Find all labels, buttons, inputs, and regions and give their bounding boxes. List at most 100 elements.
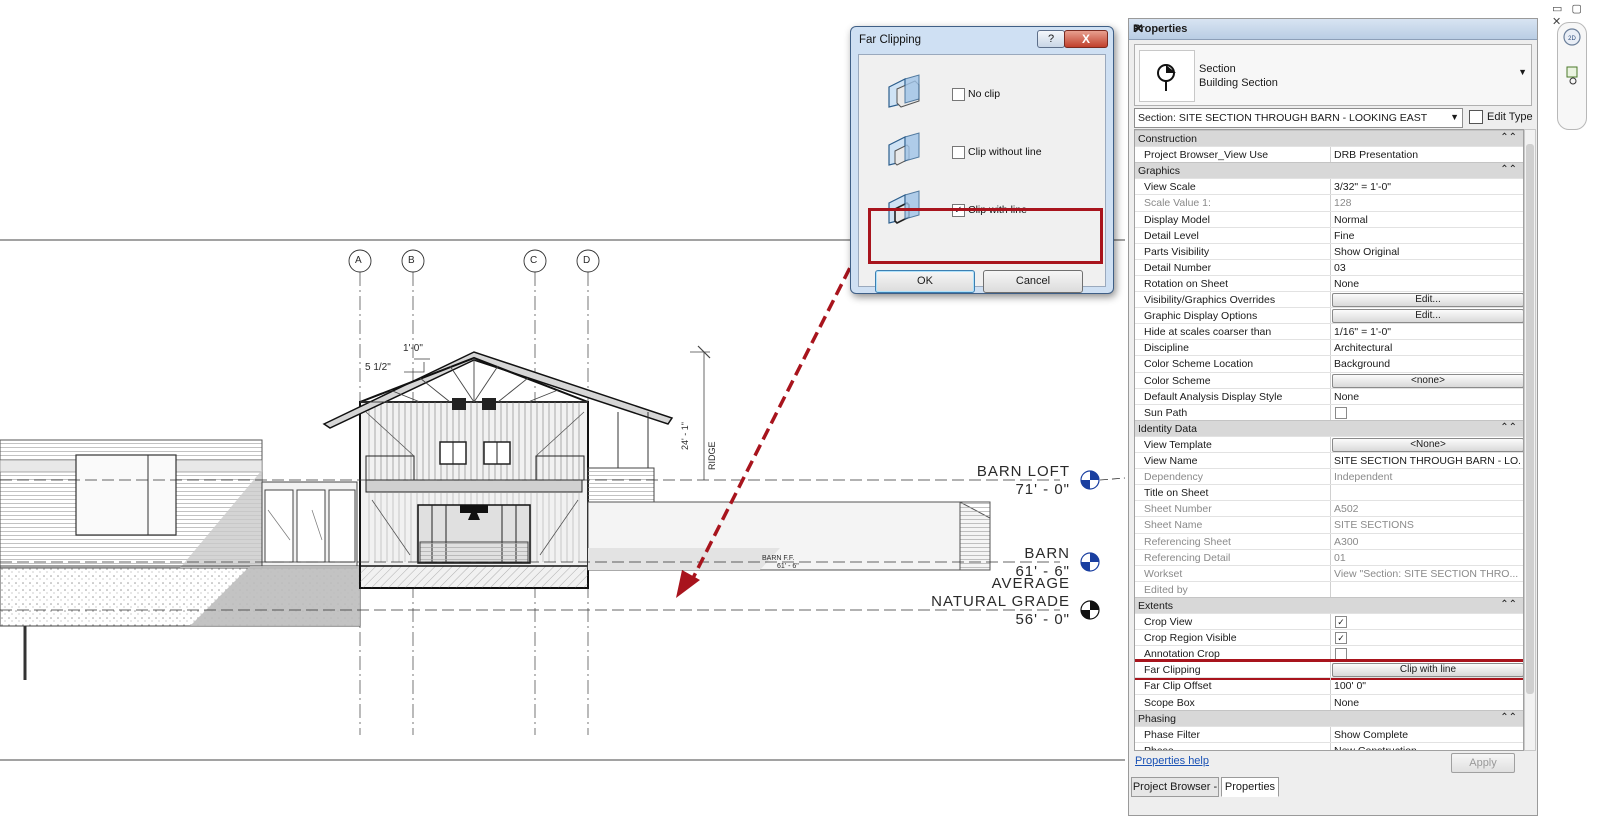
grid-label-d: D — [583, 255, 591, 266]
property-value-cell[interactable]: Edit... — [1330, 308, 1523, 325]
property-value-cell[interactable]: New Construction — [1330, 742, 1523, 750]
property-value-cell[interactable]: 03 — [1330, 259, 1523, 276]
apply-button[interactable]: Apply — [1451, 753, 1515, 773]
property-name: Phase — [1144, 744, 1174, 751]
property-value-cell[interactable]: Fine — [1330, 227, 1523, 244]
property-value[interactable]: 1/16" = 1'-0" — [1334, 326, 1520, 338]
property-value[interactable]: New Construction — [1334, 745, 1520, 750]
group-header-graphics[interactable]: Graphics ⌃⌃ — [1135, 162, 1523, 180]
property-value-cell[interactable]: ✓ — [1330, 614, 1523, 630]
instance-filter-dropdown[interactable]: Section: SITE SECTION THROUGH BARN - LOO… — [1134, 108, 1463, 128]
dimension-slope: 5 1/2" — [365, 362, 391, 373]
tab-properties[interactable]: Properties — [1221, 777, 1279, 797]
type-selector[interactable]: Section Building Section ▼ — [1134, 44, 1532, 106]
far-clipping-dialog: Far Clipping ? X No clip Clip without li… — [850, 26, 1114, 294]
dialog-titlebar[interactable]: Far Clipping ? X — [851, 27, 1113, 51]
property-value[interactable]: Architectural — [1334, 342, 1520, 354]
property-value-cell[interactable]: SITE SECTION THROUGH BARN - LO... — [1330, 453, 1523, 469]
property-row-detail-level: Detail Level Fine — [1135, 226, 1523, 244]
property-value[interactable]: None — [1334, 278, 1520, 290]
property-value-cell[interactable]: None — [1330, 388, 1523, 405]
ok-button[interactable]: OK — [875, 270, 975, 293]
group-header-extents[interactable]: Extents ⌃⌃ — [1135, 596, 1523, 614]
option-no-clip[interactable]: No clip — [859, 61, 1105, 119]
edit-type-button[interactable]: Edit Type — [1467, 108, 1535, 126]
property-name: Referencing Sheet — [1144, 535, 1231, 548]
property-value-cell[interactable]: <none> — [1330, 372, 1523, 389]
view-template-button[interactable]: <None> — [1332, 437, 1523, 452]
property-value-cell[interactable]: ✓ — [1330, 630, 1523, 647]
group-header-identity-data[interactable]: Identity Data ⌃⌃ — [1135, 419, 1523, 437]
grid-label-b: B — [408, 255, 415, 266]
crop-view-checkbox[interactable]: ✓ — [1335, 616, 1347, 628]
no-clip-label[interactable]: No clip — [968, 88, 1000, 100]
property-name-cell: Detail Level — [1135, 228, 1330, 244]
property-name: Hide at scales coarser than — [1144, 326, 1272, 339]
level-heads — [1080, 470, 1100, 620]
property-value-cell[interactable]: Show Complete — [1330, 726, 1523, 743]
property-name: Referencing Detail — [1144, 551, 1231, 564]
property-value-cell[interactable]: 3/32" = 1'-0" — [1330, 179, 1523, 196]
sun-path-checkbox[interactable] — [1335, 406, 1347, 419]
property-value-cell[interactable]: 100' 0" — [1330, 678, 1523, 695]
clip-without-line-checkbox[interactable] — [952, 146, 965, 159]
properties-help-link[interactable]: Properties help — [1135, 755, 1209, 767]
property-value-cell[interactable]: Show Original — [1330, 243, 1523, 260]
property-value-cell[interactable]: <None> — [1330, 436, 1523, 453]
cancel-button[interactable]: Cancel — [983, 270, 1083, 293]
crop-region-visible-checkbox[interactable]: ✓ — [1335, 632, 1347, 645]
scrollbar-thumb[interactable] — [1526, 144, 1534, 694]
graphic-display-options-button[interactable]: Edit... — [1332, 309, 1523, 324]
type-dropdown-icon[interactable]: ▼ — [1518, 67, 1527, 77]
properties-scrollbar[interactable] — [1524, 129, 1536, 751]
group-header-construction[interactable]: Construction ⌃⌃ — [1135, 130, 1523, 147]
property-value-cell[interactable]: Background — [1330, 356, 1523, 373]
no-clip-checkbox[interactable] — [952, 88, 965, 101]
properties-grid[interactable]: Construction ⌃⌃ Project Browser_View Use DR… — [1134, 129, 1524, 751]
property-value-cell[interactable]: Normal — [1330, 211, 1523, 228]
property-value-cell[interactable] — [1330, 404, 1523, 421]
properties-palette: Properties ✕ Section Building Section ▼ … — [1128, 18, 1538, 816]
property-value[interactable]: 03 — [1334, 262, 1520, 274]
dialog-body: No clip Clip without line ✓ Clip with li… — [858, 54, 1106, 293]
property-value-cell[interactable] — [1330, 485, 1523, 502]
properties-titlebar[interactable]: Properties ✕ — [1129, 19, 1537, 40]
navigation-bar[interactable]: 2D — [1557, 22, 1587, 130]
property-value[interactable]: 100' 0" — [1334, 680, 1520, 692]
property-name-cell: Discipline — [1135, 340, 1330, 356]
tab-project-browser[interactable]: Project Browser - — [1131, 777, 1219, 797]
property-value-cell[interactable]: Architectural — [1330, 340, 1523, 357]
property-value[interactable]: Fine — [1334, 230, 1520, 242]
option-clip-without-line[interactable]: Clip without line — [859, 119, 1105, 177]
property-value-cell[interactable]: Edit... — [1330, 292, 1523, 308]
property-row-phase-filter: Phase Filter Show Complete — [1135, 725, 1523, 743]
property-value-cell[interactable]: DRB Presentation — [1330, 147, 1523, 164]
collapse-icon[interactable]: ⌃⌃ — [1500, 422, 1517, 433]
visibility-graphics-overrides-button[interactable]: Edit... — [1332, 293, 1523, 307]
property-value[interactable]: SITE SECTION THROUGH BARN - LO... — [1334, 455, 1520, 467]
no-clip-icon — [888, 74, 920, 108]
collapse-icon[interactable]: ⌃⌃ — [1500, 164, 1517, 175]
collapse-icon[interactable]: ⌃⌃ — [1500, 712, 1517, 723]
property-value[interactable]: Show Original — [1334, 246, 1520, 258]
property-value[interactable]: Show Complete — [1334, 729, 1520, 741]
property-value-cell[interactable]: 1/16" = 1'-0" — [1330, 324, 1523, 341]
property-value[interactable]: None — [1334, 391, 1520, 403]
property-value[interactable]: None — [1334, 697, 1520, 709]
property-value-cell[interactable]: None — [1330, 275, 1523, 292]
property-value[interactable]: Normal — [1334, 214, 1520, 226]
clip-without-line-label[interactable]: Clip without line — [968, 146, 1042, 158]
group-header-phasing[interactable]: Phasing ⌃⌃ — [1135, 709, 1523, 727]
property-value[interactable]: Background — [1334, 358, 1520, 370]
property-name-cell: Title on Sheet — [1135, 485, 1330, 501]
property-value[interactable]: 3/32" = 1'-0" — [1334, 181, 1520, 193]
property-value[interactable]: DRB Presentation — [1334, 149, 1520, 161]
color-scheme-button[interactable]: <none> — [1332, 373, 1523, 388]
property-value: Independent — [1334, 471, 1393, 484]
collapse-icon[interactable]: ⌃⌃ — [1500, 132, 1517, 143]
collapse-icon[interactable]: ⌃⌃ — [1500, 599, 1517, 610]
properties-close-icon[interactable]: ✕ — [1133, 21, 1531, 37]
close-button[interactable]: X — [1064, 30, 1108, 48]
help-button[interactable]: ? — [1037, 30, 1065, 48]
property-value-cell[interactable]: None — [1330, 694, 1523, 711]
